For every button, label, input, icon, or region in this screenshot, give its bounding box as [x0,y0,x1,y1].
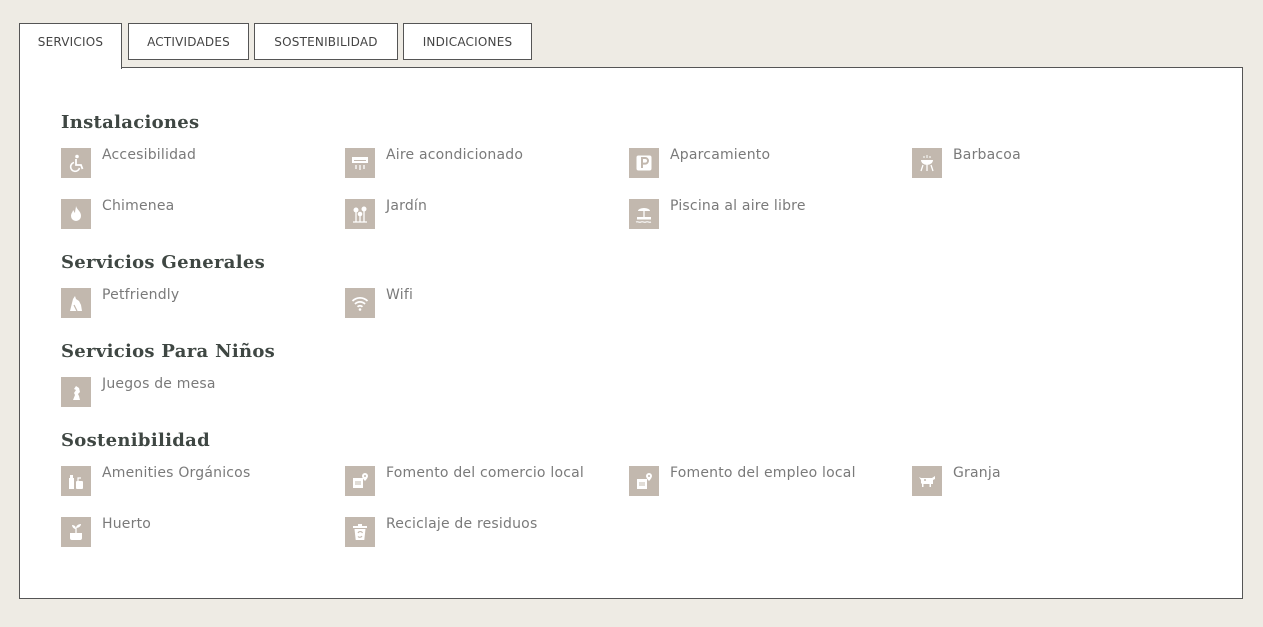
service-label: Amenities Orgánicos [102,465,251,481]
section-title-servicios-para-ninos: Servicios Para Niños [61,341,276,362]
vegetable-garden-icon [61,517,91,547]
service-item: Reciclaje de residuos [345,516,538,547]
service-label: Barbacoa [953,147,1021,163]
service-item: Accesibilidad [61,147,197,178]
services-panel: Instalaciones Accesibilidad Aire acondic… [19,67,1243,599]
service-item: Aparcamiento [629,147,771,178]
service-label: Petfriendly [102,287,180,303]
wifi-icon [345,288,375,318]
service-item: Granja [912,465,1001,496]
service-item: Petfriendly [61,287,180,318]
pet-icon [61,288,91,318]
tab-servicios[interactable]: SERVICIOS [19,23,122,69]
tab-sostenibilidad[interactable]: SOSTENIBILIDAD [254,23,398,60]
service-item: Chimenea [61,198,175,229]
section-title-instalaciones: Instalaciones [61,112,200,133]
organic-amenities-icon [61,466,91,496]
service-item: Barbacoa [912,147,1021,178]
parking-icon [629,148,659,178]
service-item: Amenities Orgánicos [61,465,251,496]
recycling-bin-icon [345,517,375,547]
service-label: Fomento del comercio local [386,465,584,481]
service-label: Huerto [102,516,152,532]
service-item: Huerto [61,516,152,547]
wheelchair-icon [61,148,91,178]
service-item: Juegos de mesa [61,376,216,407]
service-label: Accesibilidad [102,147,197,163]
service-label: Juegos de mesa [102,376,216,392]
service-item: Wifi [345,287,414,318]
service-item: Jardín [345,198,428,229]
outdoor-pool-icon [629,199,659,229]
service-label: Reciclaje de residuos [386,516,538,532]
cow-icon [912,466,942,496]
chess-piece-icon [61,377,91,407]
tab-actividades[interactable]: ACTIVIDADES [128,23,249,60]
service-item: Aire acondicionado [345,147,524,178]
service-label: Piscina al aire libre [670,198,806,214]
service-label: Jardín [386,198,428,214]
service-label: Aparcamiento [670,147,771,163]
fire-icon [61,199,91,229]
local-employment-icon [629,466,659,496]
service-item: Piscina al aire libre [629,198,806,229]
garden-icon [345,199,375,229]
barbecue-icon [912,148,942,178]
tab-indicaciones[interactable]: INDICACIONES [403,23,532,60]
service-label: Wifi [386,287,414,303]
section-title-sostenibilidad: Sostenibilidad [61,430,210,451]
service-item: Fomento del comercio local [345,465,584,496]
section-title-servicios-generales: Servicios Generales [61,252,266,273]
service-label: Granja [953,465,1001,481]
service-label: Fomento del empleo local [670,465,856,481]
service-item: Fomento del empleo local [629,465,856,496]
service-label: Aire acondicionado [386,147,524,163]
local-commerce-icon [345,466,375,496]
air-conditioner-icon [345,148,375,178]
service-label: Chimenea [102,198,175,214]
